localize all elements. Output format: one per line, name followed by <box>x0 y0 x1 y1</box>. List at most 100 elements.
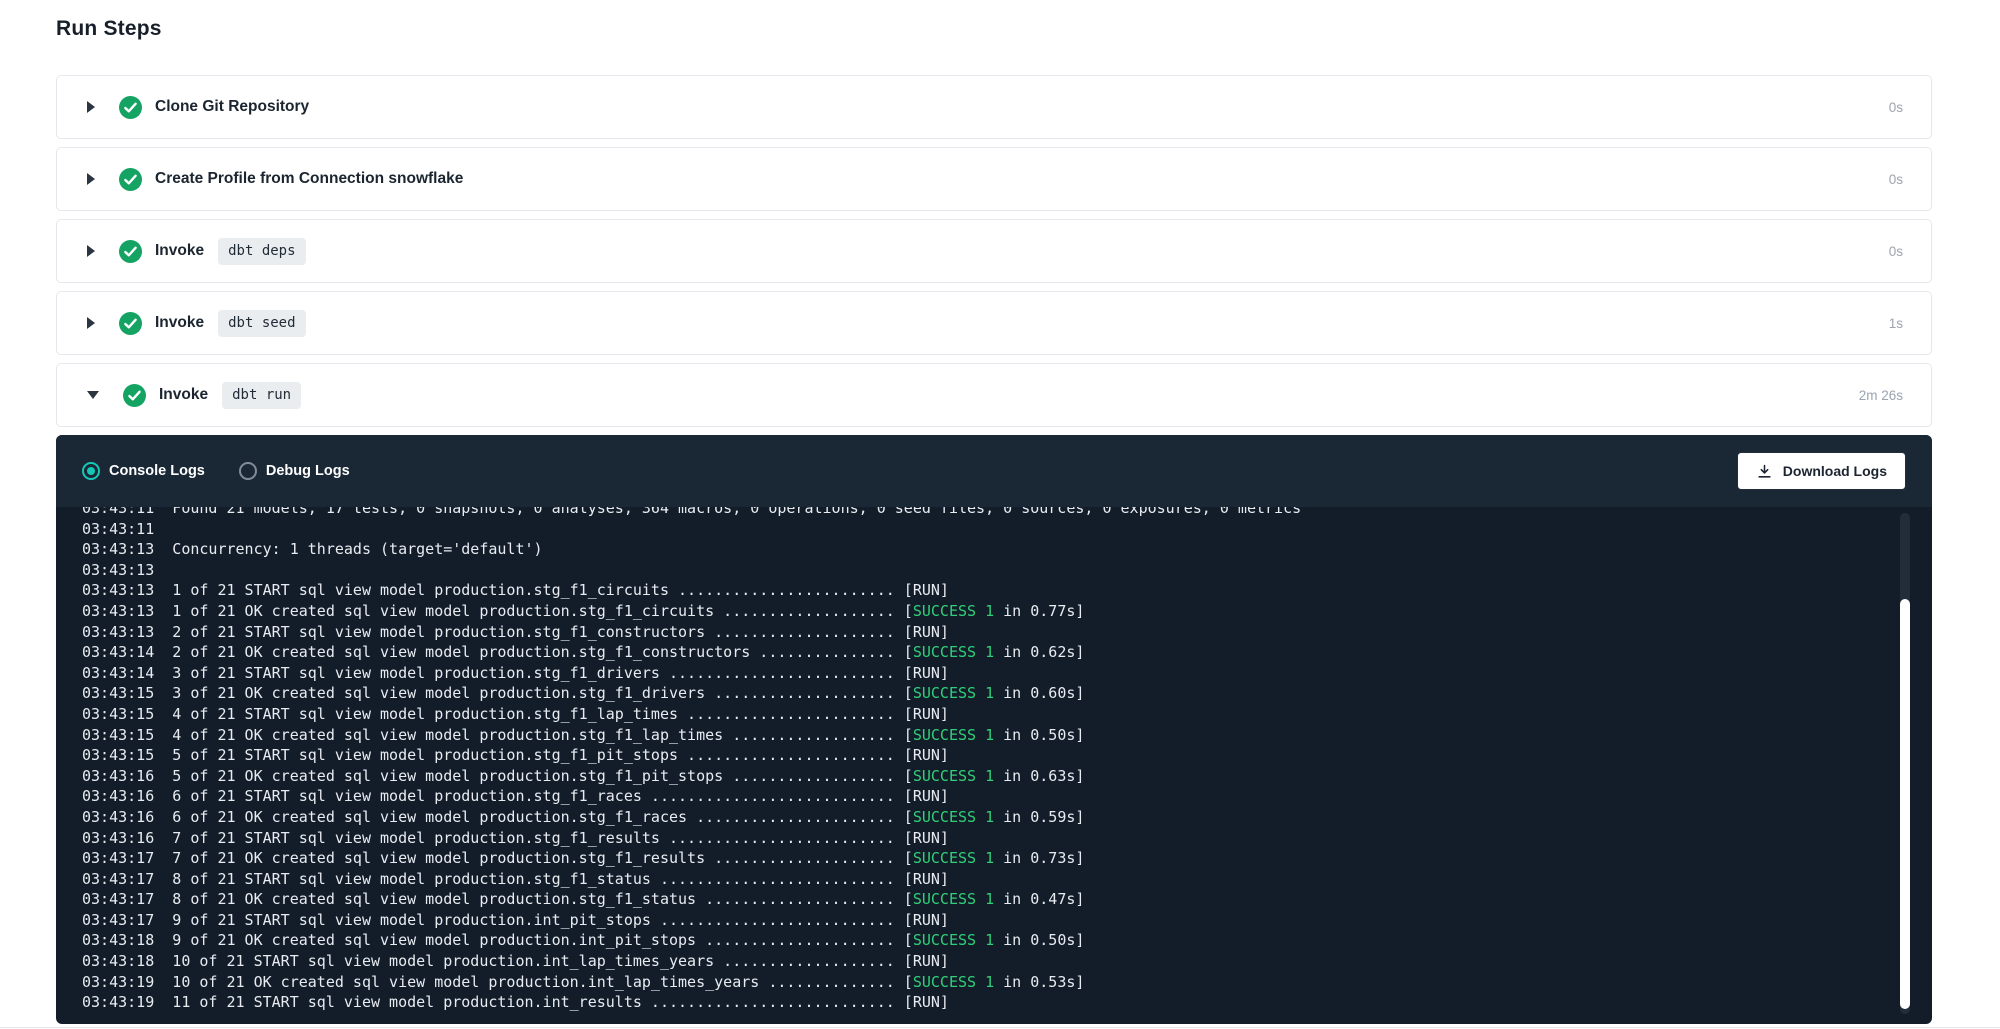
run-step-row[interactable]: Invoke dbt run 2m 26s <box>56 363 1932 427</box>
log-message: 9 of 21 OK created sql view model produc… <box>172 931 913 949</box>
log-message: 1 of 21 OK created sql view model produc… <box>172 602 913 620</box>
log-message-tail: in 0.53s] <box>994 973 1084 991</box>
log-message: 1 of 21 START sql view model production.… <box>172 581 949 599</box>
log-success-text: SUCCESS 1 <box>913 684 994 702</box>
console-log-output[interactable]: 03:43:11Found 21 models, 17 tests, 0 sna… <box>56 507 1932 1024</box>
log-success-text: SUCCESS 1 <box>913 643 994 661</box>
log-type-tabs: Console Logs Debug Logs <box>82 462 350 480</box>
log-timestamp: 03:43:19 <box>82 972 172 993</box>
log-timestamp: 03:43:18 <box>82 951 172 972</box>
radio-button-icon[interactable] <box>82 462 100 480</box>
step-duration: 0s <box>1889 172 1903 187</box>
page-title: Run Steps <box>56 16 1932 42</box>
log-line: 03:43:165 of 21 OK created sql view mode… <box>82 766 1872 787</box>
log-line: 03:43:11Found 21 models, 17 tests, 0 sna… <box>82 507 1872 519</box>
run-step-row[interactable]: Invoke dbt deps 0s <box>56 219 1932 283</box>
console-header: Console Logs Debug Logs Download Logs <box>56 435 1932 507</box>
log-message: 5 of 21 OK created sql view model produc… <box>172 767 913 785</box>
expand-caret-icon[interactable] <box>87 173 95 185</box>
log-type-tab[interactable]: Console Logs <box>82 462 205 480</box>
log-line: 03:43:13Concurrency: 1 threads (target='… <box>82 539 1872 560</box>
run-steps-page: Run Steps Clone Git Repository 0s <box>0 0 2000 1024</box>
log-timestamp: 03:43:15 <box>82 745 172 766</box>
log-line: 03:43:166 of 21 OK created sql view mode… <box>82 807 1872 828</box>
log-scrollbar-thumb[interactable] <box>1900 599 1910 1009</box>
step-label: Invoke <box>155 242 204 260</box>
log-timestamp: 03:43:16 <box>82 786 172 807</box>
log-message-tail: in 0.50s] <box>994 931 1084 949</box>
log-timestamp: 03:43:16 <box>82 828 172 849</box>
log-message-tail: in 0.62s] <box>994 643 1084 661</box>
log-message: 3 of 21 OK created sql view model produc… <box>172 684 913 702</box>
log-message: 6 of 21 START sql view model production.… <box>172 787 949 805</box>
log-lines: 03:43:11Found 21 models, 17 tests, 0 sna… <box>82 507 1872 1013</box>
log-timestamp: 03:43:14 <box>82 642 172 663</box>
step-duration: 2m 26s <box>1859 388 1903 403</box>
log-line: 03:43:167 of 21 START sql view model pro… <box>82 828 1872 849</box>
log-type-tab[interactable]: Debug Logs <box>239 462 350 480</box>
log-message: 5 of 21 START sql view model production.… <box>172 746 949 764</box>
log-timestamp: 03:43:19 <box>82 992 172 1013</box>
log-line: 03:43:179 of 21 START sql view model pro… <box>82 910 1872 931</box>
step-success-check-icon <box>123 384 146 407</box>
log-line: 03:43:154 of 21 OK created sql view mode… <box>82 725 1872 746</box>
step-duration: 1s <box>1889 316 1903 331</box>
run-step-row[interactable]: Create Profile from Connection snowflake… <box>56 147 1932 211</box>
radio-button-icon[interactable] <box>239 462 257 480</box>
log-timestamp: 03:43:15 <box>82 683 172 704</box>
run-step-row[interactable]: Clone Git Repository 0s <box>56 75 1932 139</box>
log-timestamp: 03:43:14 <box>82 663 172 684</box>
run-steps-list: Clone Git Repository 0s Create Profile f… <box>56 75 1932 427</box>
log-message-tail: in 0.59s] <box>994 808 1084 826</box>
log-line: 03:43:178 of 21 START sql view model pro… <box>82 869 1872 890</box>
log-line: 03:43:166 of 21 START sql view model pro… <box>82 786 1872 807</box>
log-message-tail: in 0.47s] <box>994 890 1084 908</box>
log-line: 03:43:131 of 21 START sql view model pro… <box>82 580 1872 601</box>
log-message: 2 of 21 OK created sql view model produc… <box>172 643 913 661</box>
log-timestamp: 03:43:17 <box>82 848 172 869</box>
log-success-text: SUCCESS 1 <box>913 767 994 785</box>
console-panel: Console Logs Debug Logs Download Logs <box>56 435 1932 1024</box>
step-success-check-icon <box>119 312 142 335</box>
log-message: 10 of 21 OK created sql view model produ… <box>172 973 913 991</box>
log-timestamp: 03:43:11 <box>82 507 172 519</box>
step-command-badge: dbt deps <box>218 238 305 265</box>
log-line: 03:43:143 of 21 START sql view model pro… <box>82 663 1872 684</box>
log-line: 03:43:177 of 21 OK created sql view mode… <box>82 848 1872 869</box>
log-line: 03:43:153 of 21 OK created sql view mode… <box>82 683 1872 704</box>
step-success-check-icon <box>119 96 142 119</box>
step-label: Create Profile from Connection snowflake <box>155 170 463 188</box>
step-success-check-icon <box>119 168 142 191</box>
log-success-text: SUCCESS 1 <box>913 726 994 744</box>
step-success-check-icon <box>119 240 142 263</box>
log-line: 03:43:178 of 21 OK created sql view mode… <box>82 889 1872 910</box>
download-logs-button[interactable]: Download Logs <box>1737 452 1906 490</box>
log-timestamp: 03:43:15 <box>82 725 172 746</box>
log-success-text: SUCCESS 1 <box>913 849 994 867</box>
log-message: 7 of 21 START sql view model production.… <box>172 829 949 847</box>
log-message-tail: in 0.73s] <box>994 849 1084 867</box>
log-timestamp: 03:43:15 <box>82 704 172 725</box>
log-message: 2 of 21 START sql view model production.… <box>172 623 949 641</box>
log-timestamp: 03:43:13 <box>82 622 172 643</box>
expand-caret-icon[interactable] <box>87 245 95 257</box>
log-line: 03:43:154 of 21 START sql view model pro… <box>82 704 1872 725</box>
log-line: 03:43:1810 of 21 START sql view model pr… <box>82 951 1872 972</box>
log-message: Concurrency: 1 threads (target='default'… <box>172 540 542 558</box>
log-message: 9 of 21 START sql view model production.… <box>172 911 949 929</box>
log-message: 6 of 21 OK created sql view model produc… <box>172 808 913 826</box>
log-success-text: SUCCESS 1 <box>913 973 994 991</box>
expand-caret-icon[interactable] <box>87 391 99 399</box>
log-message: 8 of 21 START sql view model production.… <box>172 870 949 888</box>
run-step-row[interactable]: Invoke dbt seed 1s <box>56 291 1932 355</box>
log-message: 3 of 21 START sql view model production.… <box>172 664 949 682</box>
log-timestamp: 03:43:13 <box>82 601 172 622</box>
step-command-badge: dbt run <box>222 382 301 409</box>
expand-caret-icon[interactable] <box>87 317 95 329</box>
step-label: Clone Git Repository <box>155 98 309 116</box>
download-logs-label: Download Logs <box>1783 463 1887 479</box>
log-message: 10 of 21 START sql view model production… <box>172 952 949 970</box>
log-line: 03:43:131 of 21 OK created sql view mode… <box>82 601 1872 622</box>
log-message: 4 of 21 START sql view model production.… <box>172 705 949 723</box>
expand-caret-icon[interactable] <box>87 101 95 113</box>
